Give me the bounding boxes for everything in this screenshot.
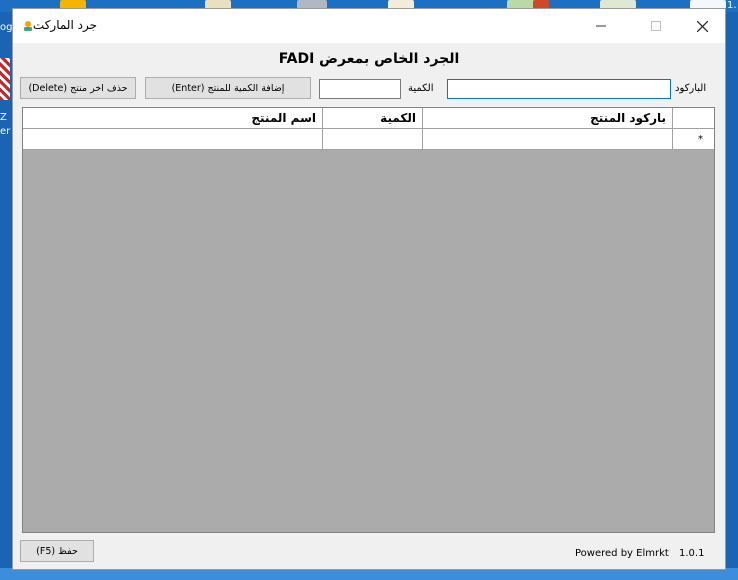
barcode-input[interactable] (447, 79, 671, 99)
desktop-right-edge (726, 12, 738, 580)
desktop-app-icon[interactable] (0, 58, 10, 100)
close-button[interactable] (679, 9, 725, 43)
new-row-marker: * (698, 134, 703, 145)
minimize-button[interactable] (578, 9, 624, 43)
inventory-grid[interactable]: اسم المنتج الكمية باركود المنتج * (22, 107, 715, 533)
powered-by-text: Powered by Elmrkt (575, 548, 669, 559)
minimize-icon (596, 25, 606, 27)
new-row-quantity-cell[interactable] (323, 129, 423, 150)
save-button[interactable]: حفظ (F5) (20, 540, 94, 562)
grid-corner-header[interactable] (673, 108, 714, 129)
title-bar[interactable]: جرد الماركت (13, 9, 725, 43)
desktop-edge-text: Z (0, 112, 7, 123)
page-heading: الجرد الخاص بمعرض FADI (278, 51, 460, 67)
desktop-edge-text: 1. (727, 0, 737, 11)
barcode-label: الباركود (675, 83, 707, 94)
app-window: جرد الماركت الجرد الخاص بمعرض FADI البار… (12, 8, 726, 570)
desktop-edge-text: og (0, 22, 13, 33)
column-header-quantity[interactable]: الكمية (323, 108, 423, 129)
new-row-header[interactable]: * (673, 129, 714, 150)
maximize-icon (651, 21, 661, 31)
column-header-product-barcode[interactable]: باركود المنتج (423, 108, 673, 129)
window-title: جرد الماركت (32, 18, 97, 32)
add-quantity-button[interactable]: إضافة الكمية للمنتج (Enter) (145, 77, 311, 99)
column-header-product-name[interactable]: اسم المنتج (23, 108, 323, 129)
delete-last-product-button[interactable]: حذف اخر منتج (Delete) (20, 77, 136, 99)
quantity-label: الكمية (408, 83, 434, 94)
quantity-input[interactable] (319, 79, 401, 99)
new-row-product-name-cell[interactable] (23, 129, 323, 150)
new-row-barcode-cell[interactable] (423, 129, 673, 150)
maximize-button[interactable] (633, 9, 679, 43)
desktop-edge-text: er (0, 126, 11, 137)
version-text: 1.0.1 (679, 548, 705, 559)
close-icon (696, 20, 708, 32)
